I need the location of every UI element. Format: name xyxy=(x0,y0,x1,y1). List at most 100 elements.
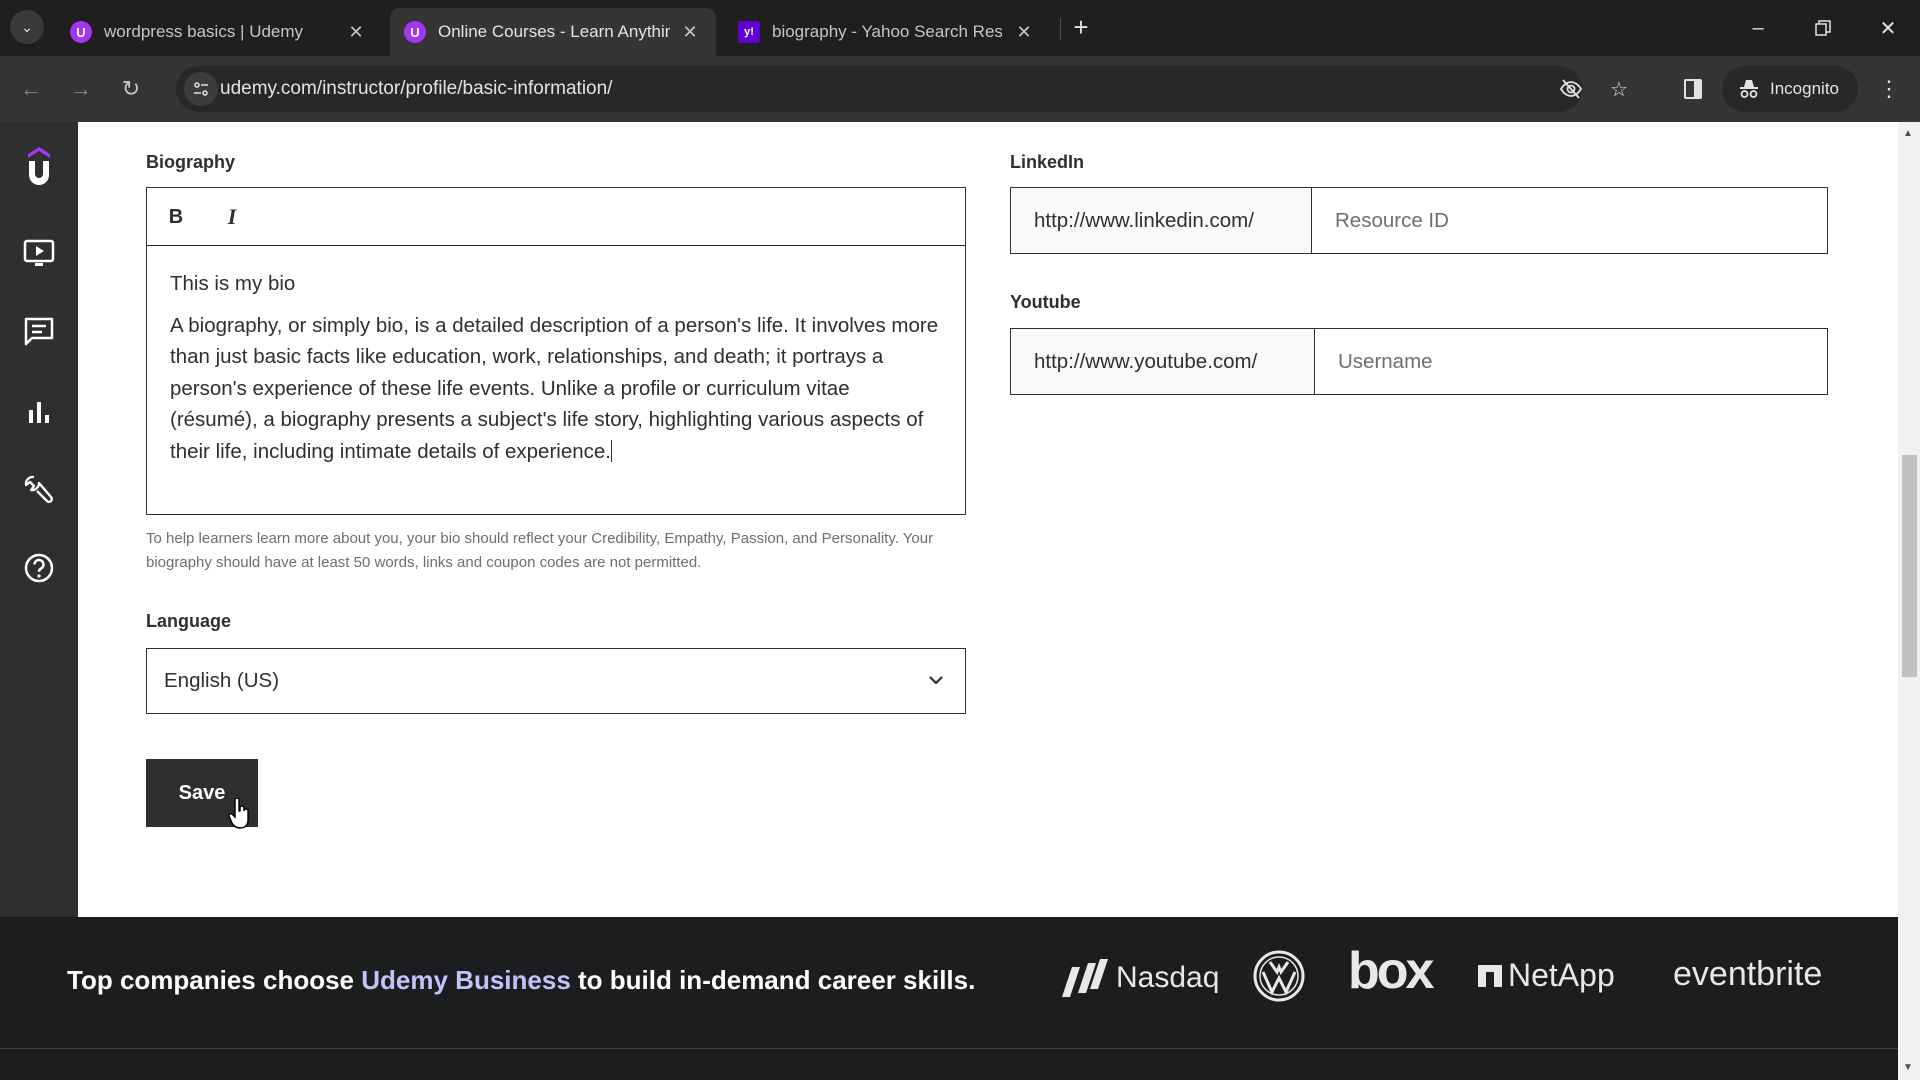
youtube-username-input[interactable]: Username xyxy=(1315,329,1827,394)
linkedin-input-group: http://www.linkedin.com/ Resource ID xyxy=(1010,187,1828,254)
reload-button[interactable]: ↻ xyxy=(112,70,150,108)
restore-icon xyxy=(1815,20,1831,36)
udemy-business-link[interactable]: Udemy Business xyxy=(361,965,571,995)
nasdaq-logo: Nasdaq xyxy=(1060,957,1219,999)
bookmark-button[interactable]: ☆ xyxy=(1604,74,1634,104)
tagline-text: Top companies choose xyxy=(67,965,362,995)
new-tab-button[interactable]: + xyxy=(1066,12,1096,42)
italic-icon: I xyxy=(227,204,237,229)
youtube-url-prefix: http://www.youtube.com/ xyxy=(1011,329,1315,394)
sidebar-item-communication[interactable] xyxy=(19,312,59,352)
help-icon xyxy=(24,553,54,583)
page-scrollbar[interactable]: ▲ ▼ xyxy=(1898,122,1920,1080)
sidebar-item-resources[interactable] xyxy=(19,548,59,588)
udemy-logo[interactable] xyxy=(22,144,56,186)
youtube-label: Youtube xyxy=(1010,292,1081,312)
instructor-sidebar xyxy=(0,122,78,917)
tab-title: wordpress basics | Udemy xyxy=(104,22,304,41)
incognito-label: Incognito xyxy=(1770,79,1839,98)
tracking-protection-button[interactable] xyxy=(1556,74,1586,104)
play-screen-icon xyxy=(23,239,55,266)
close-icon[interactable]: ✕ xyxy=(344,22,368,43)
close-icon: ✕ xyxy=(1879,17,1897,40)
chevron-down-icon xyxy=(929,676,943,685)
footer-divider xyxy=(0,1048,1898,1049)
tab-search-button[interactable]: ⌄ xyxy=(10,10,44,44)
language-label: Language xyxy=(146,611,232,631)
incognito-indicator[interactable]: Incognito xyxy=(1722,66,1858,112)
linkedin-url-prefix: http://www.linkedin.com/ xyxy=(1011,188,1312,253)
bold-icon: B xyxy=(168,205,184,228)
browser-tab-yahoo[interactable]: y! biography - Yahoo Search Resu ✕ xyxy=(724,8,1050,56)
nasdaq-mark-icon xyxy=(1062,959,1108,997)
arrow-right-icon: → xyxy=(70,76,92,101)
biography-textarea[interactable]: This is my bio A biography, or simply bi… xyxy=(147,246,965,467)
udemy-business-footer: Top companies choose Udemy Business to b… xyxy=(0,917,1898,1080)
site-settings-button[interactable] xyxy=(184,72,218,106)
tab-title: Online Courses - Learn Anythin xyxy=(438,22,670,41)
bar-chart-icon xyxy=(29,402,49,423)
browser-toolbar: ← → ↻ udemy.com/instructor/profile/basic… xyxy=(0,56,1920,122)
save-label: Save xyxy=(178,781,226,804)
biography-help-text: To help learners learn more about you, y… xyxy=(146,530,934,571)
close-icon[interactable]: ✕ xyxy=(1012,22,1036,43)
close-icon[interactable]: ✕ xyxy=(678,22,702,43)
plus-icon: + xyxy=(1073,11,1089,42)
netapp-logo: NetApp xyxy=(1478,957,1615,994)
biography-label: Biography xyxy=(146,152,236,172)
sidebar-item-courses[interactable] xyxy=(19,234,59,274)
volkswagen-icon xyxy=(1253,950,1305,1002)
star-icon: ☆ xyxy=(1610,78,1628,101)
editor-toolbar: B I xyxy=(147,188,965,246)
tab-separator xyxy=(1060,18,1061,40)
address-bar[interactable]: udemy.com/instructor/profile/basic-infor… xyxy=(176,66,1628,112)
browser-menu-button[interactable]: ⋮ xyxy=(1874,70,1904,108)
hand-pointer-cursor-icon xyxy=(228,798,249,829)
reload-icon: ↻ xyxy=(121,76,141,101)
bio-paragraph: This is my bio xyxy=(170,272,296,295)
linkedin-resource-id-input[interactable]: Resource ID xyxy=(1312,188,1827,253)
incognito-icon xyxy=(1740,80,1758,98)
url-text[interactable]: udemy.com/instructor/profile/basic-infor… xyxy=(220,78,612,100)
tagline-text: to build in-demand career skills. xyxy=(570,965,976,995)
yahoo-icon: y! xyxy=(738,21,760,43)
bold-button[interactable]: B xyxy=(161,202,191,232)
page-content: Biography B I This is my bio A biography… xyxy=(0,122,1920,1080)
forward-button[interactable]: → xyxy=(62,70,100,108)
minimize-icon: – xyxy=(1752,16,1764,39)
scroll-down-arrow-icon[interactable]: ▼ xyxy=(1903,1062,1913,1073)
italic-button[interactable]: I xyxy=(217,202,247,232)
tune-icon xyxy=(194,82,208,96)
browser-tab-bar: ⌄ U wordpress basics | Udemy ✕ U Online … xyxy=(0,0,1920,56)
side-panel-button[interactable] xyxy=(1674,70,1712,108)
language-select[interactable]: English (US) xyxy=(146,648,966,714)
udemy-logo-icon xyxy=(28,147,50,185)
scrollbar-thumb[interactable] xyxy=(1902,455,1917,677)
browser-tab-wordpress[interactable]: U wordpress basics | Udemy ✕ xyxy=(56,8,382,56)
text-caret xyxy=(611,439,612,462)
scroll-up-arrow-icon[interactable]: ▲ xyxy=(1903,128,1913,139)
more-vertical-icon: ⋮ xyxy=(1878,76,1900,101)
bio-paragraph-with-caret: A biography, or simply bio, is a detaile… xyxy=(170,310,942,468)
restore-button[interactable] xyxy=(1803,8,1843,48)
minimize-button[interactable]: – xyxy=(1738,8,1778,48)
side-panel-icon xyxy=(1684,79,1702,99)
window-close-button[interactable]: ✕ xyxy=(1868,8,1908,48)
back-button[interactable]: ← xyxy=(12,70,50,108)
footer-tagline: Top companies choose Udemy Business to b… xyxy=(67,965,975,996)
browser-tab-online-courses[interactable]: U Online Courses - Learn Anythin ✕ xyxy=(390,8,716,56)
volkswagen-logo xyxy=(1253,950,1305,1007)
youtube-input-group: http://www.youtube.com/ Username xyxy=(1010,328,1828,395)
udemy-icon: U xyxy=(404,21,426,43)
linkedin-label: LinkedIn xyxy=(1010,152,1085,172)
eventbrite-logo: eventbrite xyxy=(1673,955,1823,993)
language-selected-value: English (US) xyxy=(164,669,280,692)
arrow-left-icon: ← xyxy=(20,76,42,101)
sidebar-item-performance[interactable] xyxy=(19,392,59,432)
chevron-down-icon: ⌄ xyxy=(21,18,33,35)
biography-editor: B I This is my bio A biography, or simpl… xyxy=(146,187,966,515)
bio-paragraph: A biography, or simply bio, is a detaile… xyxy=(170,313,939,463)
sidebar-item-tools[interactable] xyxy=(19,470,59,510)
chat-icon xyxy=(24,317,54,346)
tab-title: biography - Yahoo Search Resu xyxy=(772,22,1002,41)
